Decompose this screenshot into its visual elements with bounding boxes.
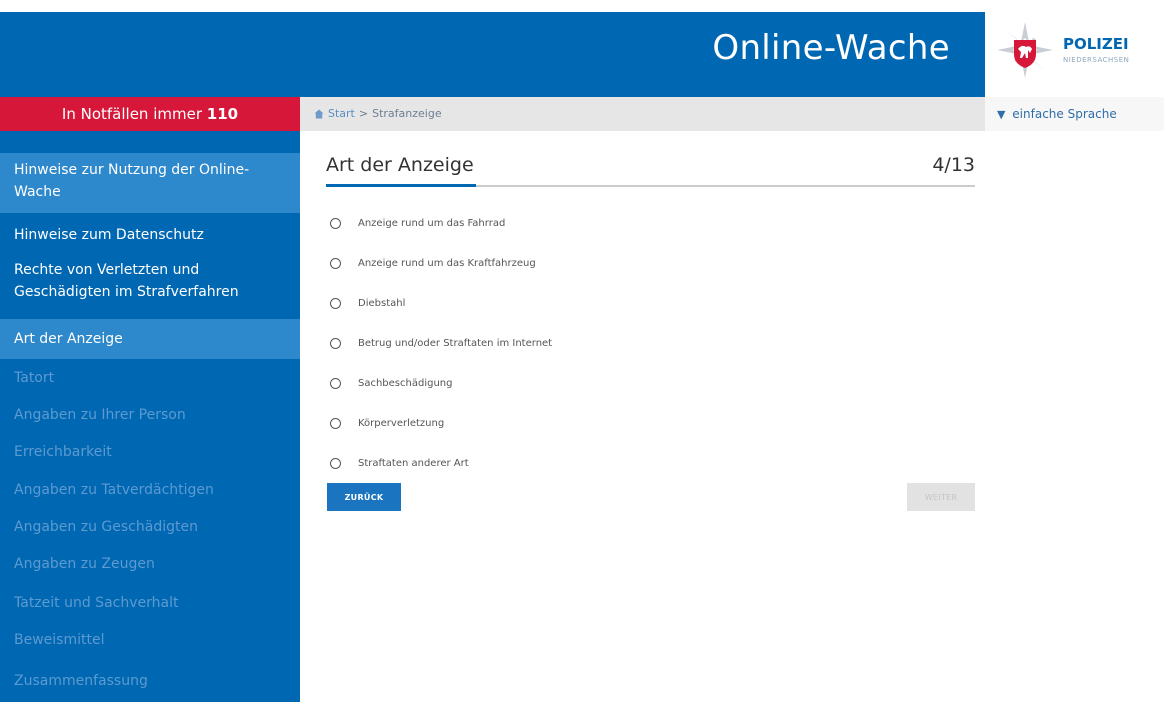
sidebar-item-label: Tatort (14, 370, 55, 386)
sidebar-item-label: Art der Anzeige (14, 331, 123, 347)
option-other[interactable]: Straftaten anderer Art (330, 443, 552, 483)
option-bicycle[interactable]: Anzeige rund um das Fahrrad (330, 203, 552, 243)
breadcrumb-start-link[interactable]: Start (328, 107, 355, 120)
sidebar-item-label: Beweismittel (14, 632, 105, 648)
option-label: Betrug und/oder Straftaten im Internet (358, 337, 553, 349)
police-logo[interactable]: POLIZEI NIEDERSACHSEN (985, 12, 1164, 97)
breadcrumb: Start > Strafanzeige (314, 107, 442, 120)
step-counter: 4/13 (932, 154, 975, 176)
breadcrumb-bar: Start > Strafanzeige (300, 97, 985, 131)
sidebar-item-witnesses: Angaben zu Zeugen (0, 553, 300, 575)
radio-button[interactable] (330, 417, 341, 429)
sidebar-item-rights[interactable]: Rechte von Verletzten und Geschädigten i… (0, 259, 300, 303)
sidebar-item-contact: Erreichbarkeit (0, 441, 300, 463)
home-icon (314, 109, 324, 118)
sidebar-item-label: Erreichbarkeit (14, 444, 112, 460)
sidebar-item-report-type[interactable]: Art der Anzeige (0, 319, 300, 359)
sidebar-item-label: Rechte von Verletzten und Geschädigten i… (14, 262, 239, 300)
sidebar-item-evidence: Beweismittel (0, 629, 300, 651)
option-label: Anzeige rund um das Fahrrad (358, 217, 506, 229)
option-property-damage[interactable]: Sachbeschädigung (330, 363, 552, 403)
option-label: Körperverletzung (358, 417, 445, 429)
progress-fill (326, 184, 476, 187)
sidebar-item-usage[interactable]: Hinweise zur Nutzung der Online-Wache (0, 153, 300, 213)
sidebar-item-label: Angaben zu Geschädigten (14, 519, 198, 535)
option-label: Anzeige rund um das Kraftfahrzeug (358, 257, 536, 269)
option-label: Sachbeschädigung (358, 377, 453, 389)
police-star-icon (997, 22, 1053, 78)
sidebar-item-label: Angaben zu Ihrer Person (14, 407, 186, 423)
sidebar-item-summary: Zusammenfassung (0, 670, 300, 692)
option-bodily-injury[interactable]: Körperverletzung (330, 403, 552, 443)
sidebar-item-suspects: Angaben zu Tatverdächtigen (0, 479, 300, 501)
radio-button[interactable] (330, 217, 341, 229)
sidebar-item-label: Angaben zu Tatverdächtigen (14, 482, 214, 498)
sidebar-item-privacy[interactable]: Hinweise zum Datenschutz (0, 224, 300, 246)
next-button[interactable]: WEITER (907, 483, 975, 511)
sidebar-item-injured: Angaben zu Geschädigten (0, 516, 300, 538)
radio-button[interactable] (330, 257, 341, 269)
breadcrumb-current: Strafanzeige (372, 107, 442, 120)
logo-text: POLIZEI (1063, 35, 1129, 53)
sidebar-item-label: Angaben zu Zeugen (14, 556, 155, 572)
emergency-number[interactable]: 110 (207, 105, 238, 123)
simple-language-link[interactable]: ▼ einfache Sprache (985, 97, 1164, 131)
page-title: Art der Anzeige (326, 154, 474, 176)
option-vehicle[interactable]: Anzeige rund um das Kraftfahrzeug (330, 243, 552, 283)
sidebar: Hinweise zur Nutzung der Online-Wache Hin… (0, 131, 300, 702)
option-fraud-internet[interactable]: Betrug und/oder Straftaten im Internet (330, 323, 552, 363)
option-theft[interactable]: Diebstahl (330, 283, 552, 323)
sidebar-item-label: Tatzeit und Sachverhalt (14, 595, 179, 611)
logo-subtext: NIEDERSACHSEN (1063, 56, 1130, 64)
radio-button[interactable] (330, 297, 341, 309)
option-label: Straftaten anderer Art (358, 457, 469, 469)
sidebar-item-crime-scene: Tatort (0, 367, 300, 389)
radio-button[interactable] (330, 457, 341, 469)
filter-icon: ▼ (997, 108, 1006, 121)
radio-button[interactable] (330, 377, 341, 389)
back-button[interactable]: ZURÜCK (327, 483, 401, 511)
main-content: Art der Anzeige 4/13 Anzeige rund um das… (300, 131, 985, 702)
simple-language-label: einfache Sprache (1012, 107, 1117, 121)
emergency-text: In Notfällen immer (61, 105, 202, 123)
sidebar-item-time-facts: Tatzeit und Sachverhalt (0, 592, 300, 614)
site-title: Online-Wache (712, 28, 950, 68)
sidebar-item-label: Hinweise zum Datenschutz (14, 227, 204, 243)
radio-button[interactable] (330, 337, 341, 349)
sidebar-item-your-person: Angaben zu Ihrer Person (0, 404, 300, 426)
top-spacer (0, 0, 1164, 12)
site-header: Online-Wache (0, 12, 985, 97)
emergency-banner: In Notfällen immer 110 (0, 97, 300, 131)
option-label: Diebstahl (358, 297, 406, 309)
progress-bar (326, 184, 975, 187)
sidebar-item-label: Hinweise zur Nutzung der Online-Wache (14, 162, 250, 200)
sidebar-item-label: Zusammenfassung (14, 673, 148, 689)
breadcrumb-separator: > (358, 107, 369, 120)
report-type-options: Anzeige rund um das Fahrrad Anzeige rund … (330, 203, 552, 483)
